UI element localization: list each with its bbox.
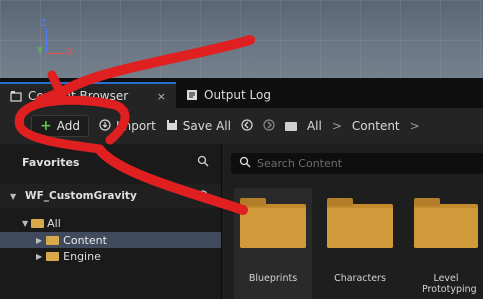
- add-label: Add: [56, 119, 80, 133]
- z-axis-line: [46, 28, 47, 53]
- close-icon[interactable]: ×: [157, 90, 166, 103]
- tree-item-all[interactable]: ▼ All: [0, 215, 221, 231]
- asset-tile-characters[interactable]: Characters: [321, 188, 399, 299]
- search-icon: [239, 156, 251, 171]
- save-all-label: Save All: [182, 119, 231, 133]
- asset-label: Level Prototyping: [422, 273, 477, 295]
- path-separator: >: [331, 119, 342, 133]
- sources-panel: Favorites ▼ WF_CustomGravity ▼ All ▶ Con…: [0, 144, 221, 299]
- search-input[interactable]: Search Content: [231, 153, 483, 174]
- axis-y-label: Y: [37, 46, 44, 57]
- asset-label: Characters: [334, 273, 386, 284]
- output-log-icon: [186, 89, 198, 101]
- favorites-label: Favorites: [22, 155, 80, 169]
- history-back-icon[interactable]: [241, 118, 253, 134]
- path-content[interactable]: Content: [352, 119, 400, 133]
- level-viewport[interactable]: Z Y X: [0, 0, 483, 78]
- folder-thumbnail: [321, 188, 399, 258]
- collapse-triangle-icon: ▼: [10, 191, 17, 201]
- path-all[interactable]: All: [307, 119, 322, 133]
- folder-icon: [327, 198, 393, 248]
- asset-tile-level-prototyping[interactable]: Level Prototyping: [408, 188, 483, 299]
- folder-icon: [46, 251, 60, 261]
- axis-gizmo: Z Y X: [36, 18, 96, 58]
- x-axis-line: [46, 53, 66, 54]
- tab-label: Output Log: [204, 88, 271, 102]
- folder-icon: [414, 198, 478, 248]
- tree-item-engine[interactable]: ▶ Engine: [0, 248, 221, 264]
- asset-view: Search Content Blueprints Characters Lev…: [221, 144, 483, 299]
- import-icon: [99, 118, 111, 134]
- import-label: Import: [115, 119, 156, 133]
- path-separator: >: [409, 119, 420, 133]
- content-toolbar: + Add Import Save All All > Content >: [0, 108, 483, 144]
- project-header[interactable]: ▼ WF_CustomGravity: [0, 184, 221, 208]
- folder-icon: [240, 198, 306, 248]
- folder-icon: [46, 235, 60, 245]
- sync-icon[interactable]: [197, 189, 209, 204]
- search-icon[interactable]: [197, 155, 209, 170]
- tree-item-content[interactable]: ▶ Content: [0, 232, 221, 248]
- search-placeholder: Search Content: [257, 157, 343, 170]
- folder-icon: [284, 121, 297, 131]
- project-label: WF_CustomGravity: [25, 190, 137, 202]
- asset-label: Blueprints: [248, 273, 298, 284]
- tab-output-log[interactable]: Output Log: [176, 82, 281, 108]
- expand-triangle-icon: ▼: [22, 218, 29, 228]
- tab-label: Content Browser: [28, 89, 129, 103]
- tree-label: All: [47, 216, 61, 230]
- plus-icon: +: [40, 118, 52, 134]
- save-icon: [166, 119, 178, 134]
- collapse-triangle-icon: ▶: [36, 251, 43, 261]
- history-forward-icon[interactable]: [263, 118, 275, 134]
- favorites-header[interactable]: Favorites: [0, 150, 221, 174]
- content-browser-icon: [10, 90, 22, 102]
- tree-label: Content: [63, 233, 107, 247]
- save-all-button[interactable]: Save All: [166, 119, 231, 134]
- tree-label: Engine: [63, 249, 101, 263]
- axis-z-label: Z: [40, 18, 47, 29]
- collapse-triangle-icon: ▶: [36, 235, 43, 245]
- asset-tile-blueprints[interactable]: Blueprints: [234, 188, 312, 299]
- tab-content-browser[interactable]: Content Browser ×: [0, 82, 176, 108]
- folder-thumbnail: [234, 188, 312, 258]
- import-button[interactable]: Import: [99, 118, 156, 134]
- folder-thumbnail: [408, 188, 483, 258]
- axis-x-label: X: [67, 47, 74, 58]
- folder-icon: [31, 218, 45, 228]
- add-button[interactable]: + Add: [31, 115, 89, 137]
- editor-window: Z Y X Content Browser × Output Log + Add: [0, 0, 483, 299]
- tab-bar: Content Browser × Output Log: [0, 78, 483, 108]
